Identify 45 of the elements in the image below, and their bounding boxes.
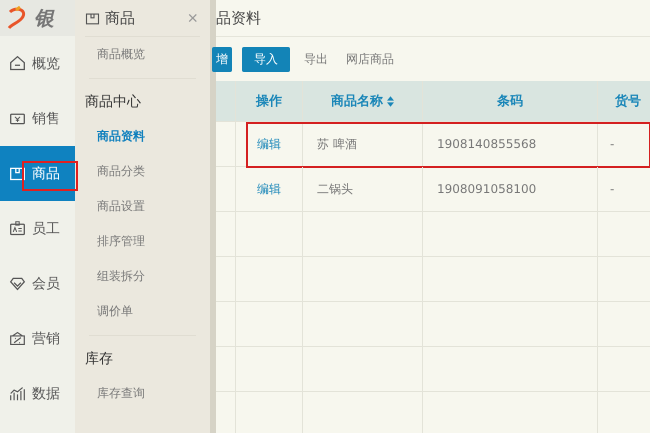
menu-item[interactable]: 库存查询 bbox=[85, 376, 200, 411]
section-heading: 商品中心 bbox=[85, 93, 142, 112]
edit-link[interactable]: 编辑 bbox=[257, 136, 281, 152]
nav-item[interactable]: 会员 bbox=[0, 256, 75, 311]
sort-icon[interactable] bbox=[387, 96, 394, 106]
menu-item[interactable]: 商品概览 bbox=[85, 37, 200, 72]
close-button[interactable]: × bbox=[185, 8, 200, 28]
menu-item[interactable]: 组装拆分 bbox=[85, 259, 200, 294]
logo-text: 银 bbox=[34, 4, 54, 32]
edit-link[interactable]: 编辑 bbox=[257, 180, 281, 198]
table-cell-text: - bbox=[609, 181, 616, 198]
header-cell-text: 货号 bbox=[614, 93, 642, 111]
menu-item[interactable]: 排序管理 bbox=[85, 224, 200, 259]
toolbar-button[interactable]: 增 bbox=[212, 46, 232, 72]
nav-item[interactable]: 营销 bbox=[0, 311, 75, 366]
box-icon bbox=[9, 165, 26, 182]
header-cell: 商品名称 bbox=[303, 81, 423, 121]
box-icon bbox=[85, 10, 100, 26]
table-cell: 苏 啤酒 bbox=[303, 122, 423, 166]
id-card-icon bbox=[9, 220, 26, 237]
ticket-icon bbox=[9, 330, 26, 347]
header-cell: 操作 bbox=[236, 81, 303, 121]
table-cell-text: - bbox=[609, 136, 616, 153]
nav-item[interactable]: 概览 bbox=[0, 36, 75, 91]
table-cell: 1908091058100 bbox=[423, 167, 598, 211]
panel-title: 商品 bbox=[105, 8, 136, 28]
nav-item[interactable]: 商品 bbox=[0, 146, 75, 201]
chart-icon bbox=[9, 385, 26, 402]
header-cell: 条码 bbox=[423, 81, 598, 121]
toolbar-link[interactable]: 导出 bbox=[300, 46, 332, 72]
toolbar-button[interactable]: 导入 bbox=[242, 46, 290, 72]
nav-item[interactable]: 数据 bbox=[0, 366, 75, 421]
menu-item[interactable]: 商品设置 bbox=[85, 189, 200, 224]
table-cell: 1908140855568 bbox=[423, 122, 598, 166]
page-title: 品资料 bbox=[216, 0, 650, 37]
menu-item[interactable]: 调价单 bbox=[85, 294, 200, 329]
menu-item[interactable]: 商品分类 bbox=[85, 154, 200, 189]
table-cell: 二锅头 bbox=[303, 167, 423, 211]
gem-icon bbox=[9, 275, 26, 292]
house-icon bbox=[9, 55, 26, 72]
toolbar-link[interactable]: 网店商品 bbox=[342, 46, 398, 72]
menu-item[interactable]: 商品资料 bbox=[85, 119, 200, 154]
nav-item[interactable]: 员工 bbox=[0, 201, 75, 256]
nav-item[interactable]: 销售 bbox=[0, 91, 75, 146]
section-heading: 库存 bbox=[85, 350, 114, 369]
